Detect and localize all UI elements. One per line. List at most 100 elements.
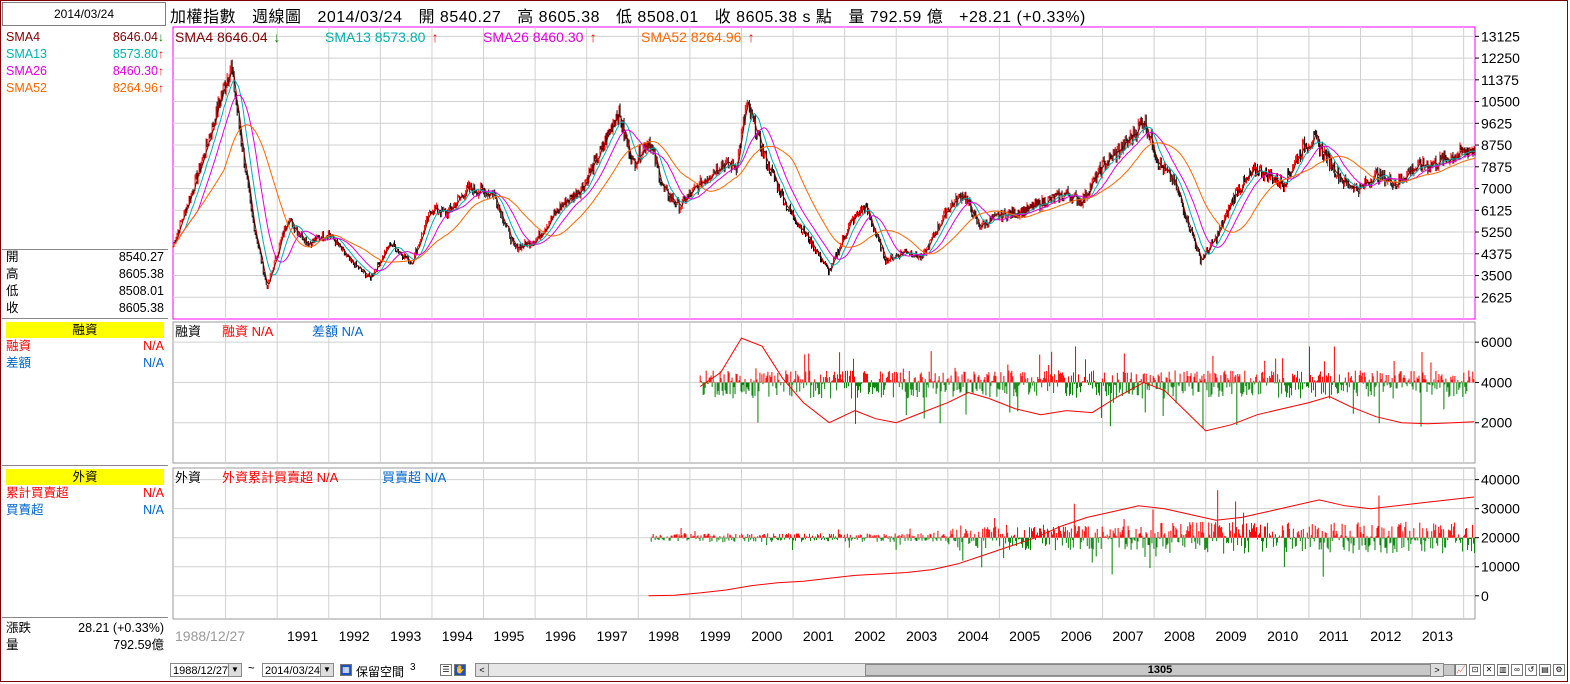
legend-entry: SMA13 8573.80 <box>325 29 426 45</box>
ohlc-row: 開 8540.27 <box>6 249 164 266</box>
period-label: 週線圖 <box>251 9 302 26</box>
arrow-up-icon: ↑ <box>158 81 164 95</box>
x-tick-label: 2004 <box>958 628 989 644</box>
arrow-up-icon: ↑ <box>590 29 597 45</box>
zoom-fit-icon[interactable]: ⊡ <box>1469 664 1481 676</box>
arrow-up-icon: ↑ <box>158 64 164 78</box>
time-scrollbar[interactable]: < 1305 > <box>475 663 1455 677</box>
end-date-select[interactable]: 2014/03/24 ▼ <box>262 663 334 677</box>
ohlc-row: 低 8508.01 <box>6 283 164 300</box>
x-tick-label: 2011 <box>1319 628 1349 644</box>
scroll-thumb[interactable]: 1305 <box>865 664 1455 676</box>
x-tick-label: 1999 <box>700 628 731 644</box>
y-tick-label: 10000 <box>1481 559 1520 575</box>
chart-canvas: 13125 12250 11375 10500 9625 8750 7875 7000 6125… <box>172 26 1520 644</box>
y-tick-label: 8750 <box>1481 137 1512 153</box>
y-tick-label: 30000 <box>1481 501 1520 517</box>
header-date: 2014/03/24 <box>317 9 403 26</box>
y-tick-label: 4375 <box>1481 246 1512 262</box>
ohlc-row-label: 低 <box>6 284 19 298</box>
start-date-value: 1988/12/27 <box>173 665 229 677</box>
ohlc-row-value: 8605.38 <box>118 267 164 281</box>
foreign-title: 外資 <box>6 469 164 485</box>
foreign-row-value: N/A <box>143 503 164 517</box>
x-tick-label: 1992 <box>339 628 370 644</box>
foreign-row-value: N/A <box>143 486 164 500</box>
chevron-down-icon[interactable]: ▼ <box>320 664 333 676</box>
y-tick-label: 20000 <box>1481 530 1520 546</box>
margin-title: 融資 <box>6 322 164 338</box>
ohlc-row-value: 8605.38 <box>118 301 164 315</box>
legend-entry: 差額 N/A <box>312 324 364 339</box>
hand-icon[interactable]: ✋ <box>454 664 466 676</box>
left-info-panel: 2014/03/24 SMA4 8646.04↓ SMA13 8573.80↑ SMA2… <box>2 2 168 657</box>
x-tick-label: 1994 <box>442 628 473 644</box>
ohlc-row-label: 收 <box>6 301 19 315</box>
panel-divider <box>2 318 168 319</box>
margin-row-value: N/A <box>143 339 164 353</box>
panel-frame <box>172 321 1476 464</box>
current-date: 2014/03/24 <box>2 2 166 26</box>
ohlc-row-value: 8540.27 <box>118 250 164 264</box>
sma-row-label: SMA4 <box>6 30 41 44</box>
close-icon[interactable]: ✕ <box>1483 664 1495 676</box>
scroll-right-button[interactable]: > <box>1430 663 1444 677</box>
link-icon[interactable]: ∞ <box>1511 664 1523 676</box>
y-tick-label: 0 <box>1481 588 1489 604</box>
margin-row-value: N/A <box>143 356 164 370</box>
range-tilde: ~ <box>248 663 255 675</box>
header-low: 低 8508.01 <box>615 9 699 26</box>
sma-row-value: 8460.30↑ <box>112 64 164 78</box>
foreign-row: 累計買賣超 N/A <box>6 485 164 502</box>
sync-icon[interactable]: ↺ <box>1525 664 1537 676</box>
reserve-value[interactable]: 3 <box>410 662 416 673</box>
margin-row-label: 差額 <box>6 356 32 370</box>
header-change: +28.21 (+0.33%) <box>959 9 1086 26</box>
chevron-down-icon[interactable]: ▼ <box>228 664 241 676</box>
sma-row: SMA4 8646.04↓ <box>6 29 164 46</box>
summary-row-label: 漲跌 <box>6 621 32 635</box>
x-tick-label: 2002 <box>854 628 885 644</box>
grid-icon[interactable]: ☰ <box>440 664 452 676</box>
y-tick-label: 10500 <box>1481 94 1520 110</box>
settings-icon[interactable]: ⚙ <box>1553 664 1565 676</box>
x-tick-label: 2010 <box>1267 628 1298 644</box>
y-tick-label: 2625 <box>1481 289 1512 305</box>
foreign-row: 買賣超 N/A <box>6 502 164 519</box>
header-high: 高 8605.38 <box>517 9 601 26</box>
summary-row-value: 792.59億 <box>113 638 164 652</box>
sma-row-value: 8573.80↑ <box>112 47 164 61</box>
y-tick-label: 11375 <box>1481 72 1519 88</box>
x-tick-label: 2006 <box>1061 628 1092 644</box>
x-tick-label: 1993 <box>390 628 421 644</box>
reserve-icon[interactable]: ▦ <box>340 664 352 676</box>
header-close: 收 8605.38 s 點 <box>714 9 833 26</box>
panel-title: 外資 <box>175 470 201 485</box>
end-date-value: 2014/03/24 <box>265 665 321 677</box>
index-name: 加權指數 <box>170 9 237 26</box>
x-tick-label: 2012 <box>1370 628 1401 644</box>
foreign-row-label: 買賣超 <box>6 503 44 517</box>
bar-chart-icon[interactable]: ▥ <box>1497 664 1509 676</box>
sma-row-label: SMA52 <box>6 81 47 95</box>
line-chart-icon[interactable]: 📈 <box>1455 664 1467 676</box>
margin-row-label: 融資 <box>6 339 32 353</box>
y-tick-label: 5250 <box>1481 224 1512 240</box>
layout-icon[interactable]: ▤ <box>1539 664 1551 676</box>
y-tick-label: 3500 <box>1481 268 1512 284</box>
x-tick-label: 2003 <box>906 628 937 644</box>
sma-row-value: 8264.96↑ <box>112 81 164 95</box>
arrow-up-icon: ↑ <box>748 29 755 45</box>
ohlc-row-label: 高 <box>6 267 19 281</box>
start-date-select[interactable]: 1988/12/27 ▼ <box>170 663 242 677</box>
ohlc-row-value: 8508.01 <box>118 284 164 298</box>
ohlc-row-label: 開 <box>6 250 19 264</box>
legend-entry: SMA4 8646.04 <box>175 29 268 45</box>
foreign-row-label: 累計買賣超 <box>6 486 69 500</box>
legend-entry: SMA52 8264.96 <box>641 29 742 45</box>
y-tick-label: 9625 <box>1481 115 1512 131</box>
x-tick-label: 2008 <box>1164 628 1195 644</box>
x-tick-label: 1991 <box>287 628 318 644</box>
y-tick-label: 13125 <box>1481 28 1520 44</box>
scroll-left-button[interactable]: < <box>475 663 489 677</box>
